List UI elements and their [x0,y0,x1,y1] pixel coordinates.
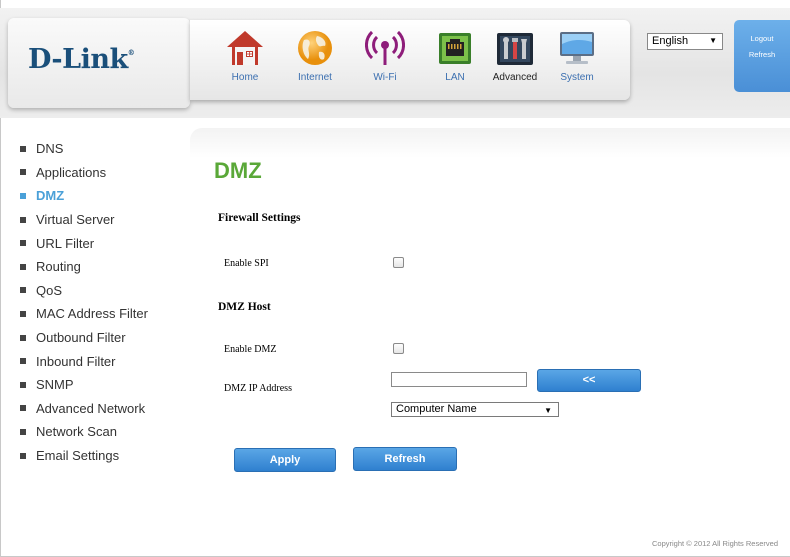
bullet-icon [20,358,26,365]
sidebar-item-qos[interactable]: QoS [20,279,148,303]
sidebar-item-dmz[interactable]: DMZ [20,184,148,208]
sidebar-item-applications[interactable]: Applications [20,161,148,185]
nav-label: Advanced [492,72,538,83]
nav-lan[interactable]: LAN [426,26,484,96]
nav-system[interactable]: System [548,26,606,96]
session-panel: Logout Refresh [734,20,790,92]
chevron-down-icon: ▼ [709,36,717,45]
enable-spi-checkbox[interactable] [393,257,404,268]
bullet-icon [20,405,26,412]
dmz-ip-input[interactable] [391,372,527,387]
brand-logo: D-Link® [28,44,135,75]
bullet-icon [20,145,26,152]
computer-name-select[interactable]: Computer Name ▼ [391,402,559,417]
dmz-ip-label: DMZ IP Address [224,383,292,394]
nav-internet[interactable]: Internet [286,26,344,96]
apply-button[interactable]: Apply [234,448,336,472]
nav-label: Home [231,72,259,83]
nav-wifi[interactable]: Wi-Fi [356,26,414,96]
globe-icon [295,28,335,68]
bullet-icon [20,452,26,459]
sidebar-item-url-filter[interactable]: URL Filter [20,231,148,255]
refresh-button[interactable]: Refresh [353,447,457,471]
nav-advanced[interactable]: Advanced [486,26,544,96]
enable-spi-label: Enable SPI [224,258,269,269]
top-nav: Home Internet Wi-Fi LAN Advanced System [190,20,630,100]
sidebar-item-snmp[interactable]: SNMP [20,373,148,397]
logout-link[interactable]: Logout [734,34,790,43]
copyright-text: Copyright © 2012 All Rights Reserved [651,539,778,548]
bullet-icon [20,287,26,294]
sidebar-item-mac-address-filter[interactable]: MAC Address Filter [20,302,148,326]
sidebar-item-outbound-filter[interactable]: Outbound Filter [20,326,148,350]
sidebar-item-inbound-filter[interactable]: Inbound Filter [20,349,148,373]
monitor-icon [557,28,597,68]
bullet-icon [20,381,26,388]
dmz-host-heading: DMZ Host [218,301,271,313]
enable-dmz-label: Enable DMZ [224,344,277,355]
bullet-icon [20,216,26,223]
sidebar: DNS Applications DMZ Virtual Server URL … [20,137,148,467]
sidebar-item-dns[interactable]: DNS [20,137,148,161]
nav-label: System [560,72,594,83]
sidebar-item-routing[interactable]: Routing [20,255,148,279]
page-title: DMZ [214,158,262,183]
nav-label: Wi-Fi [373,72,397,83]
bullet-icon [20,310,26,317]
lan-port-icon [435,28,475,68]
firewall-settings-heading: Firewall Settings [218,212,301,224]
nav-home[interactable]: Home [216,26,274,96]
home-icon [225,28,265,68]
bullet-icon [20,263,26,270]
advanced-tools-icon [495,28,535,68]
enable-dmz-checkbox[interactable] [393,343,404,354]
sidebar-item-email-settings[interactable]: Email Settings [20,444,148,468]
language-select[interactable]: English ▼ [647,33,723,50]
refresh-link[interactable]: Refresh [734,50,790,59]
sidebar-item-advanced-network[interactable]: Advanced Network [20,397,148,421]
nav-label: LAN [445,72,465,83]
bullet-icon [20,240,26,247]
content-panel [190,128,790,556]
sidebar-item-network-scan[interactable]: Network Scan [20,420,148,444]
nav-label: Internet [298,72,332,83]
bullet-icon [20,428,26,435]
sidebar-item-virtual-server[interactable]: Virtual Server [20,208,148,232]
bullet-icon [20,334,26,341]
bullet-icon [20,192,26,199]
copy-computer-ip-button[interactable]: << [537,369,641,392]
chevron-down-icon: ▼ [544,406,552,415]
bullet-icon [20,169,26,176]
wifi-icon [365,28,405,68]
